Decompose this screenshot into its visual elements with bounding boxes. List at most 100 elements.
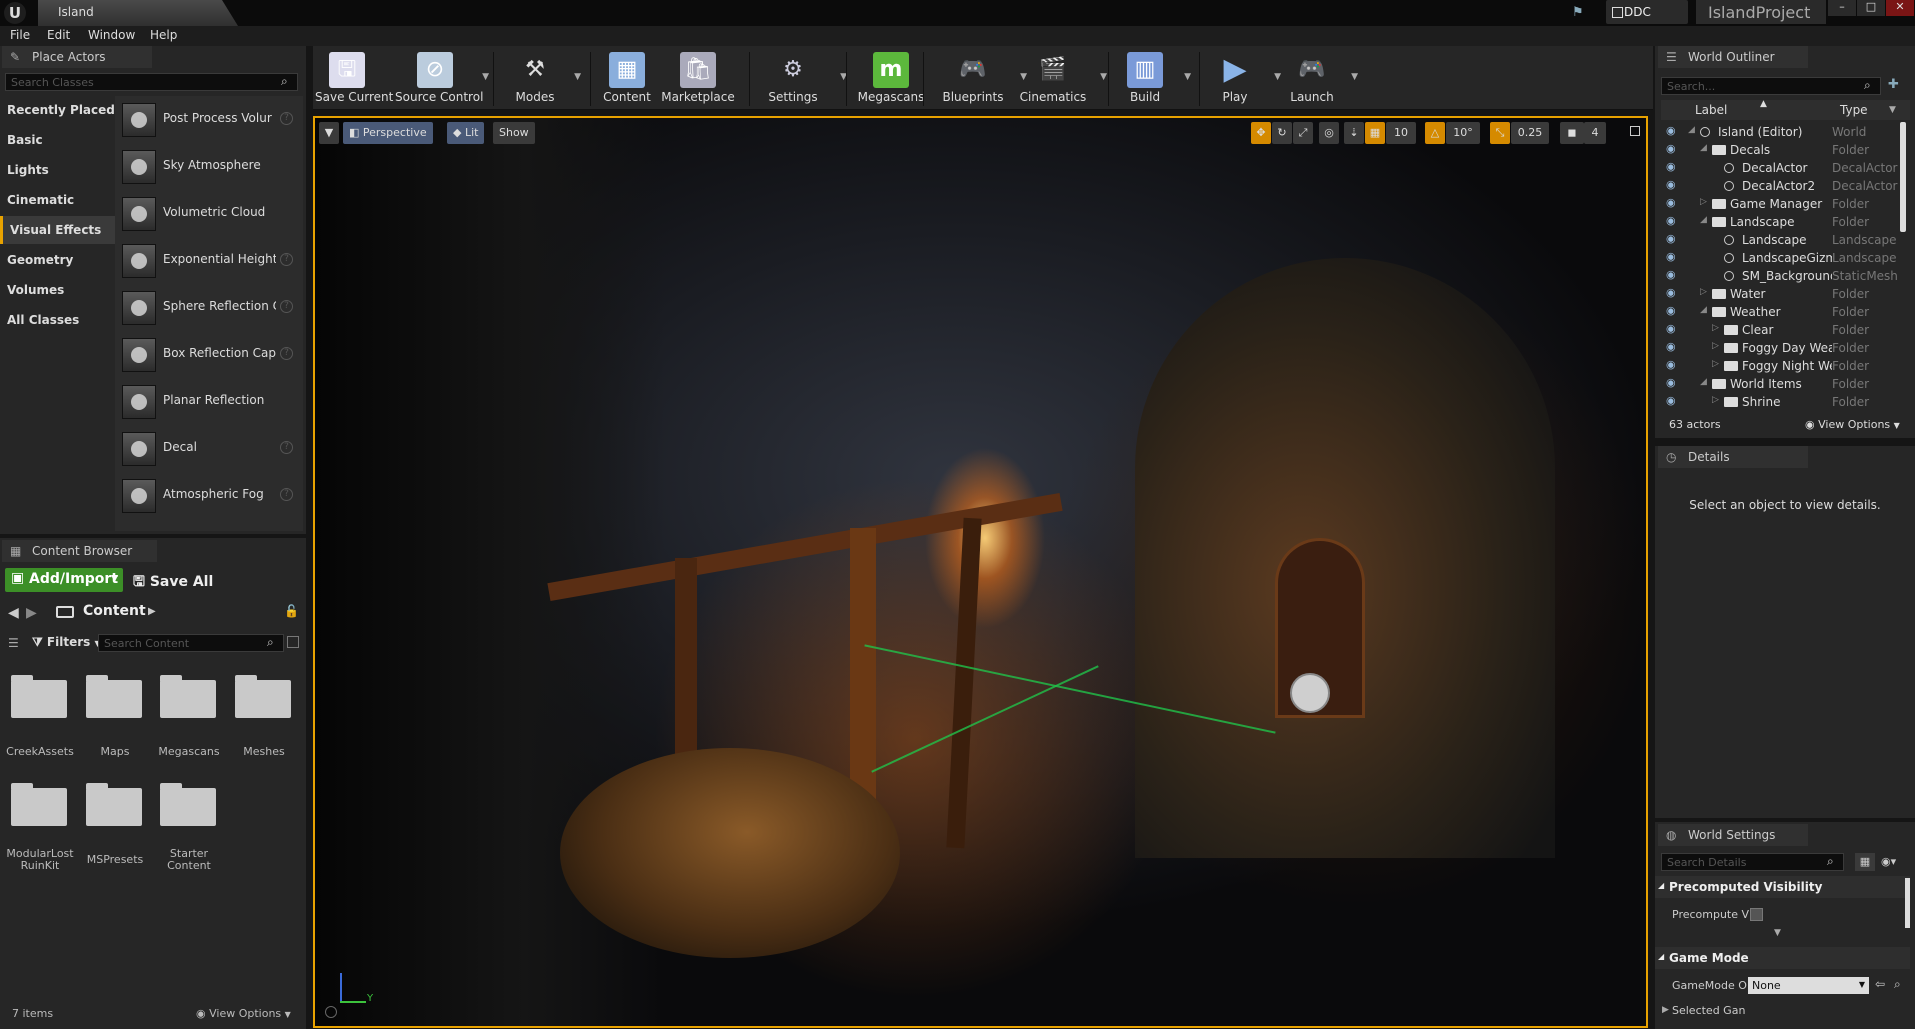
path-chevron-icon[interactable]: ▶ (148, 606, 156, 617)
save-search-icon[interactable] (287, 636, 299, 648)
lock-icon[interactable]: 🔓 (284, 604, 299, 618)
category-volumes[interactable]: Volumes (0, 276, 115, 304)
source-control-button[interactable]: ⊘ Source Control ▼ (395, 48, 489, 108)
actor-item[interactable]: Sky Atmosphere (120, 146, 300, 190)
visibility-eye-icon[interactable]: ◉ (1666, 287, 1680, 298)
actor-item[interactable]: Exponential Height? (120, 240, 300, 284)
blueprints-button[interactable]: 🎮 Blueprints ▼ (933, 48, 1027, 108)
settings-button[interactable]: ⚙ Settings ▼ (753, 48, 847, 108)
minimize-button[interactable]: – (1828, 0, 1856, 16)
folder-mspresets[interactable]: MSPresets (80, 783, 150, 868)
outliner-view-options-button[interactable]: ◉ View Options ▼ (1805, 418, 1900, 431)
browse-search-icon[interactable]: ⌕ (1894, 977, 1901, 992)
collapse-arrow-icon[interactable]: ◢ (1688, 125, 1695, 135)
section-game-mode[interactable]: ◢ Game Mode (1655, 947, 1910, 969)
camera-speed-value[interactable]: 4 (1584, 122, 1606, 144)
category-geometry[interactable]: Geometry (0, 246, 115, 274)
chevron-down-icon[interactable]: ▼ (1100, 72, 1107, 82)
outliner-row[interactable]: ◉ Landscape Landscape (1662, 231, 1910, 249)
outliner-row[interactable]: ◉ DecalActor2 DecalActor (1662, 177, 1910, 195)
actor-item[interactable]: Decal? (120, 428, 300, 472)
marketplace-button[interactable]: 🛍 Marketplace (658, 48, 738, 108)
folder-meshes[interactable]: Meshes (229, 675, 299, 760)
outliner-row[interactable]: ◉ ◢ Island (Editor) World (1662, 123, 1910, 141)
content-button[interactable]: ▦ Content (595, 48, 659, 108)
visibility-eye-icon[interactable]: ◉ (1666, 179, 1680, 190)
outliner-row[interactable]: ◉ ▷ Water Folder (1662, 285, 1910, 303)
scale-snap-icon[interactable]: ⤡ (1490, 122, 1510, 144)
visibility-eye-icon[interactable]: ◉ (1666, 341, 1680, 352)
visibility-eye-icon[interactable]: ◉ (1666, 197, 1680, 208)
rotation-snap-value[interactable]: 10° (1446, 122, 1480, 144)
visibility-eye-icon[interactable]: ◉ (1666, 323, 1680, 334)
outliner-row[interactable]: ◉ ◢ Decals Folder (1662, 141, 1910, 159)
precompute-visibility-checkbox[interactable] (1750, 908, 1763, 921)
expand-arrow-icon[interactable]: ▷ (1712, 323, 1719, 333)
category-basic[interactable]: Basic (0, 126, 115, 154)
category-cinematic[interactable]: Cinematic (0, 186, 115, 214)
add-import-button[interactable]: ▣ Add/Import ▼ (5, 568, 123, 592)
translate-icon[interactable]: ✥ (1251, 122, 1271, 144)
collapse-arrow-icon[interactable]: ◢ (1700, 305, 1707, 315)
rotate-icon[interactable]: ↻ (1272, 122, 1292, 144)
visibility-eye-icon[interactable]: ◉ (1666, 377, 1680, 388)
outliner-row[interactable]: ◉ ▷ Shrine Folder (1662, 393, 1910, 411)
actor-item[interactable]: Atmospheric Fog? (120, 475, 300, 519)
cinematics-button[interactable]: 🎬 Cinematics ▼ (1013, 48, 1107, 108)
filters-button[interactable]: ⧩ Filters ▼ (32, 635, 101, 650)
launch-button[interactable]: 🎮 Launch ▼ (1280, 48, 1358, 108)
menu-edit[interactable]: Edit (47, 28, 70, 42)
help-icon[interactable]: ? (280, 300, 293, 313)
visibility-eye-icon[interactable]: ◉ (1666, 125, 1680, 136)
play-button[interactable]: ▶ Play ▼ (1203, 48, 1281, 108)
category-visual-effects[interactable]: Visual Effects (0, 216, 115, 244)
back-arrow-icon[interactable]: ◀ (8, 605, 19, 621)
help-icon[interactable]: ? (280, 347, 293, 360)
outliner-row[interactable]: ◉ ◢ Weather Folder (1662, 303, 1910, 321)
property-matrix-icon[interactable]: ▦ (1855, 853, 1875, 871)
outliner-row[interactable]: ◉ DecalActor DecalActor (1662, 159, 1910, 177)
folder-maps[interactable]: Maps (80, 675, 150, 760)
visibility-eye-icon[interactable]: ◉ (1666, 233, 1680, 244)
help-icon[interactable]: ? (280, 441, 293, 454)
chevron-down-icon[interactable]: ▼ (574, 72, 581, 82)
camera-speed-icon[interactable]: ◼ (1560, 122, 1584, 144)
grid-snap-icon[interactable]: ▦ (1365, 122, 1385, 144)
search-content-input[interactable]: Search Content ⌕ (98, 634, 284, 652)
section-precomputed-visibility[interactable]: ◢ Precomputed Visibility (1655, 876, 1910, 898)
menu-window[interactable]: Window (88, 28, 135, 42)
expand-arrow-icon[interactable]: ▶ (1662, 1005, 1669, 1015)
visibility-eye-icon[interactable]: ◉ (1666, 161, 1680, 172)
outliner-row[interactable]: ◉ SM_Background StaticMesh (1662, 267, 1910, 285)
column-type[interactable]: Type (1840, 103, 1868, 117)
outliner-row[interactable]: ◉ LandscapeGizmoLandscape (1662, 249, 1910, 267)
surface-snap-icon[interactable]: ⇣ (1344, 122, 1364, 144)
visibility-eye-icon[interactable]: ◉ (1666, 215, 1680, 226)
outliner-row[interactable]: ◉ ◢ Landscape Folder (1662, 213, 1910, 231)
outliner-search-input[interactable]: Search... ⌕ (1661, 77, 1881, 95)
help-icon[interactable]: ? (280, 112, 293, 125)
save-current-button[interactable]: 🖫 Save Current (315, 48, 393, 108)
flag-icon[interactable]: ⚑ (1572, 5, 1588, 20)
tab-place-actors[interactable]: ✎ Place Actors (2, 46, 152, 68)
menu-file[interactable]: File (10, 28, 30, 42)
expand-arrow-icon[interactable]: ▷ (1712, 395, 1719, 405)
scale-icon[interactable]: ⤢ (1293, 122, 1313, 144)
view-options-button[interactable]: ◉ View Options ▼ (196, 1007, 291, 1020)
eye-icon[interactable]: ◉▾ (1881, 853, 1909, 871)
world-space-icon[interactable]: ◎ (1319, 122, 1339, 144)
category-recently-placed[interactable]: Recently Placed (0, 96, 115, 124)
tab-world-settings[interactable]: ◍ World Settings (1658, 824, 1808, 846)
advanced-expand-icon[interactable]: ▼ (1774, 928, 1781, 938)
actor-item[interactable]: Volumetric Cloud (120, 193, 300, 237)
search-details-input[interactable]: Search Details ⌕ (1661, 853, 1844, 871)
level-tab[interactable]: Island (38, 0, 238, 26)
actor-item[interactable]: Box Reflection Capt? (120, 334, 300, 378)
outliner-row[interactable]: ◉ ▷ Foggy Day WeathFolder (1662, 339, 1910, 357)
visibility-eye-icon[interactable]: ◉ (1666, 143, 1680, 154)
pin-icon[interactable]: ✚ (1888, 77, 1906, 95)
category-all-classes[interactable]: All Classes (0, 306, 115, 334)
modes-button[interactable]: ⚒ Modes ▼ (503, 48, 581, 108)
gamemode-override-select[interactable]: None ▼ (1748, 977, 1869, 994)
viewport-options-button[interactable]: ▼ (319, 122, 339, 144)
